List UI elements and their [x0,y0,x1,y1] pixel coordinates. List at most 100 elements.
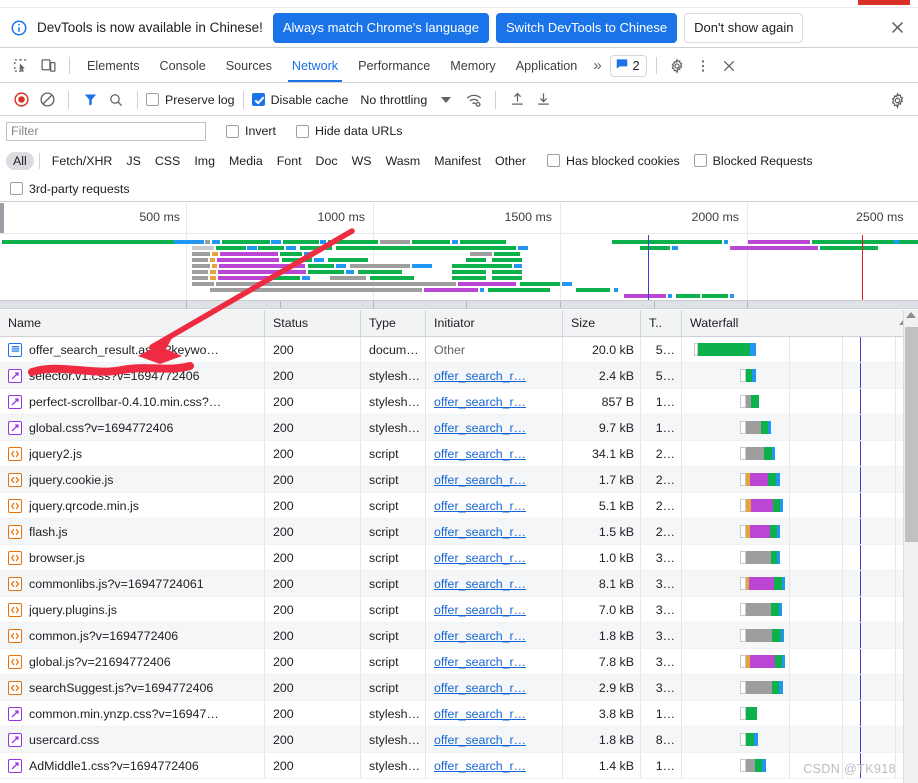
initiator-link[interactable]: offer_search_r… [434,603,526,617]
cell-waterfall[interactable] [682,649,918,674]
inspect-element-icon[interactable] [6,53,34,79]
initiator-link[interactable]: offer_search_r… [434,499,526,513]
cell-waterfall[interactable] [682,493,918,518]
table-row[interactable]: global.js?v=21694772406 200 script offer_se… [0,649,918,675]
cell-name[interactable]: jquery.plugins.js [0,597,265,622]
cell-name[interactable]: offer_search_result.aspx?keywo… [0,337,265,362]
cell-waterfall[interactable] [682,467,918,492]
filter-input[interactable] [6,121,206,141]
initiator-link[interactable]: offer_search_r… [434,473,526,487]
cell-waterfall[interactable] [682,701,918,726]
initiator-link[interactable]: offer_search_r… [434,707,526,721]
cell-name[interactable]: global.css?v=1694772406 [0,415,265,440]
cell-initiator[interactable]: offer_search_r… [426,467,563,492]
cell-initiator[interactable]: offer_search_r… [426,363,563,388]
cell-waterfall[interactable] [682,597,918,622]
cell-waterfall[interactable] [682,441,918,466]
type-filter-font[interactable]: Font [270,152,309,170]
type-filter-doc[interactable]: Doc [309,152,345,170]
cell-waterfall[interactable] [682,415,918,440]
third-party-requests-checkbox[interactable]: 3rd-party requests [10,182,130,196]
cell-name[interactable]: flash.js [0,519,265,544]
search-icon[interactable] [103,87,129,113]
preserve-log-checkbox[interactable]: Preserve log [146,93,235,107]
cell-initiator[interactable]: offer_search_r… [426,597,563,622]
initiator-link[interactable]: offer_search_r… [434,551,526,565]
cell-waterfall[interactable] [682,675,918,700]
cell-name[interactable]: selector.v1.css?v=1694772406 [0,363,265,388]
table-row[interactable]: flash.js 200 script offer_search_r… 1.5 kB 2… [0,519,918,545]
column-header-initiator[interactable]: Initiator [426,310,563,336]
cell-name[interactable]: browser.js [0,545,265,570]
type-filter-other[interactable]: Other [488,152,533,170]
cell-waterfall[interactable] [682,389,918,414]
cell-initiator[interactable]: offer_search_r… [426,623,563,648]
column-header-waterfall[interactable]: Waterfall [682,310,918,336]
tab-memory[interactable]: Memory [440,49,505,82]
has-blocked-cookies-checkbox[interactable]: Has blocked cookies [547,154,680,168]
table-row[interactable]: jquery2.js 200 script offer_search_r… 34.1 k… [0,441,918,467]
cell-name[interactable]: perfect-scrollbar-0.4.10.min.css?… [0,389,265,414]
chevron-double-right-icon[interactable]: » [587,53,607,79]
table-row[interactable]: jquery.qrcode.min.js 200 script offer_searc… [0,493,918,519]
hide-data-urls-checkbox[interactable]: Hide data URLs [296,124,402,138]
type-filter-img[interactable]: Img [187,152,222,170]
cell-initiator[interactable]: offer_search_r… [426,675,563,700]
column-header-status[interactable]: Status [265,310,361,336]
import-har-icon[interactable] [504,87,530,113]
initiator-link[interactable]: offer_search_r… [434,629,526,643]
table-row[interactable]: common.min.ynzp.css?v=16947… 200 stylesh… o… [0,701,918,727]
table-row[interactable]: jquery.cookie.js 200 script offer_search_r…… [0,467,918,493]
column-header-name[interactable]: Name [0,310,265,336]
column-header-type[interactable]: Type [361,310,426,336]
cell-initiator[interactable]: offer_search_r… [426,545,563,570]
tab-performance[interactable]: Performance [348,49,440,82]
switch-to-chinese-button[interactable]: Switch DevTools to Chinese [496,12,678,43]
type-filter-js[interactable]: JS [119,152,147,170]
cell-waterfall[interactable] [682,545,918,570]
cell-initiator[interactable]: offer_search_r… [426,753,563,778]
tab-sources[interactable]: Sources [216,49,282,82]
cell-name[interactable]: common.min.ynzp.css?v=16947… [0,701,265,726]
clear-icon[interactable] [34,87,60,113]
cell-waterfall[interactable] [682,519,918,544]
cell-initiator[interactable]: offer_search_r… [426,701,563,726]
funnel-filter-icon[interactable] [77,87,103,113]
cell-initiator[interactable]: offer_search_r… [426,649,563,674]
table-row[interactable]: commonlibs.js?v=16947724061 200 script offe… [0,571,918,597]
type-filter-all[interactable]: All [6,151,34,170]
table-row[interactable]: jquery.plugins.js 200 script offer_search_r… [0,597,918,623]
cell-name[interactable]: usercard.css [0,727,265,752]
initiator-link[interactable]: offer_search_r… [434,369,526,383]
cell-waterfall[interactable] [682,337,918,362]
record-stop-icon[interactable] [8,87,34,113]
cell-initiator[interactable]: offer_search_r… [426,441,563,466]
initiator-link[interactable]: offer_search_r… [434,759,526,773]
gear-icon[interactable] [664,53,690,79]
cell-waterfall[interactable] [682,623,918,648]
initiator-link[interactable]: offer_search_r… [434,395,526,409]
initiator-link[interactable]: offer_search_r… [434,577,526,591]
message-count-badge[interactable]: 2 [609,54,647,77]
table-row[interactable]: searchSuggest.js?v=1694772406 200 script of… [0,675,918,701]
disable-cache-checkbox[interactable]: Disable cache [251,93,348,107]
tab-application[interactable]: Application [506,49,588,82]
network-conditions-icon[interactable] [461,87,487,113]
type-filter-css[interactable]: CSS [148,152,187,170]
type-filter-fetch-xhr[interactable]: Fetch/XHR [45,152,120,170]
cell-initiator[interactable]: offer_search_r… [426,493,563,518]
tab-console[interactable]: Console [150,49,216,82]
table-row[interactable]: AdMiddle1.css?v=1694772406 200 stylesh… off… [0,753,918,779]
device-toolbar-icon[interactable] [34,53,62,79]
cell-initiator[interactable]: offer_search_r… [426,571,563,596]
initiator-link[interactable]: offer_search_r… [434,655,526,669]
cell-waterfall[interactable] [682,571,918,596]
close-devtools-icon[interactable] [716,53,742,79]
column-header-size[interactable]: Size [563,310,641,336]
type-filter-ws[interactable]: WS [345,152,379,170]
tab-network[interactable]: Network [282,49,348,82]
initiator-link[interactable]: offer_search_r… [434,525,526,539]
table-vertical-scrollbar[interactable] [903,310,918,783]
cell-initiator[interactable]: offer_search_r… [426,389,563,414]
cell-initiator[interactable]: offer_search_r… [426,415,563,440]
